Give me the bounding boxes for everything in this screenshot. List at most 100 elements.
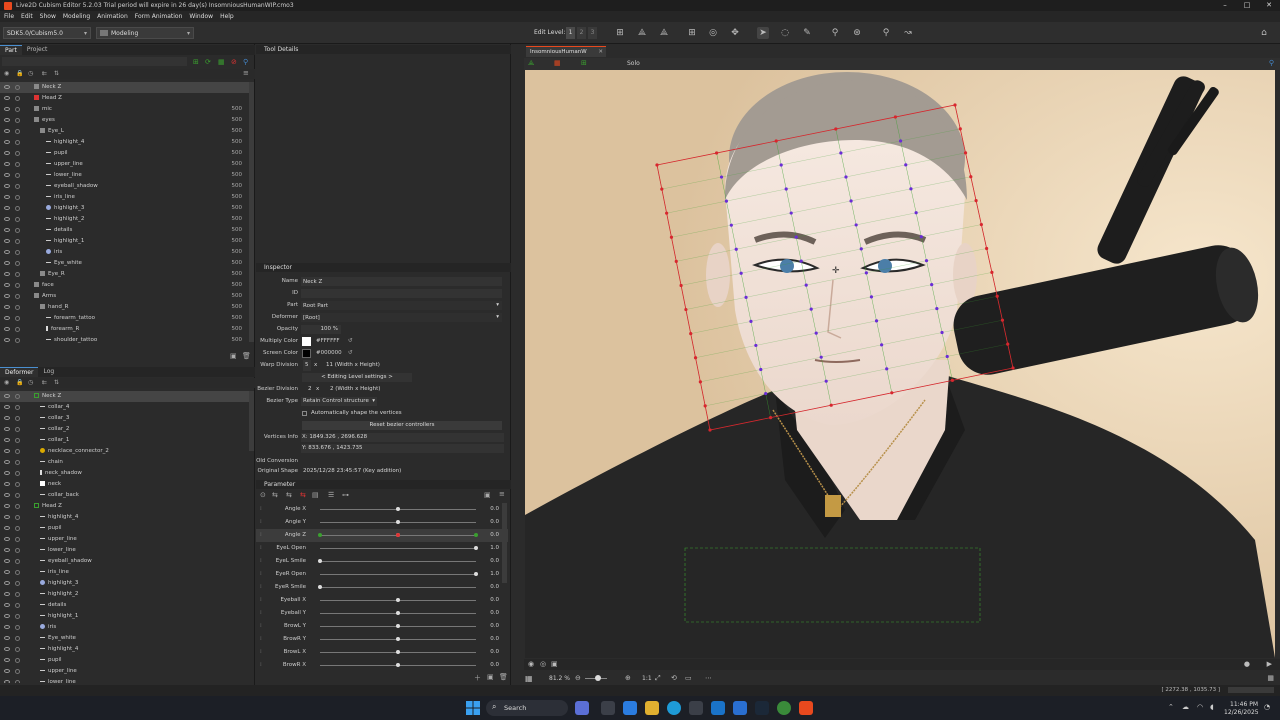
sort-icon[interactable]: ⇅	[54, 70, 59, 77]
lock-icon[interactable]	[15, 228, 20, 233]
model-canvas[interactable]: 900 800 700 600 500 400 300 200 100 ✛	[525, 70, 1275, 658]
menu-icon[interactable]: ≡	[243, 69, 249, 77]
tree-icon[interactable]: ⊶	[342, 491, 349, 499]
parameter-slider-knob[interactable]	[474, 546, 478, 550]
mesh-vertex[interactable]	[904, 163, 908, 167]
lock-icon[interactable]	[15, 184, 20, 189]
param-drag-icon[interactable]: ⁞	[260, 659, 262, 671]
lock-icon[interactable]	[15, 107, 20, 112]
parameter-row[interactable]: ⁞ BrowL X 0.0	[256, 646, 508, 659]
mesh-view-icon[interactable]: ⟁	[528, 59, 534, 68]
parameter-row[interactable]: ⁞ BrowL Y 0.0	[256, 620, 508, 633]
visibility-icon[interactable]	[4, 162, 10, 166]
lock-icon[interactable]	[15, 658, 20, 663]
lock-icon[interactable]	[15, 592, 20, 597]
mesh-vertex[interactable]	[759, 367, 763, 372]
tab-part[interactable]: Part	[0, 45, 22, 55]
onedrive-icon[interactable]: ☁	[1182, 703, 1189, 711]
grid-toggle-icon[interactable]: ▦	[1267, 674, 1274, 682]
visibility-icon[interactable]	[4, 603, 10, 607]
mesh-vertex[interactable]	[859, 247, 863, 251]
menu-form-animation[interactable]: Form Animation	[135, 13, 183, 20]
deformer-row[interactable]: upper_line	[0, 666, 250, 677]
mesh-vertex[interactable]	[814, 331, 818, 335]
lock-icon[interactable]	[15, 206, 20, 211]
deformer-row[interactable]: highlight_3	[0, 578, 250, 589]
lock-icon[interactable]	[15, 427, 20, 432]
cubism-icon[interactable]	[799, 701, 813, 715]
deformer-row[interactable]: highlight_2	[0, 589, 250, 600]
lock-icon[interactable]	[15, 305, 20, 310]
grid-icon[interactable]: ▦	[218, 58, 225, 66]
visibility-icon[interactable]	[4, 129, 10, 133]
rotation-deformer-icon[interactable]: ◎	[707, 27, 719, 39]
deformer-row[interactable]: Eye_white	[0, 633, 250, 644]
lock-icon[interactable]	[15, 460, 20, 465]
copilot-icon[interactable]	[623, 701, 637, 715]
reset-icon[interactable]: ↺	[348, 348, 353, 359]
lock-icon[interactable]	[15, 338, 20, 343]
mesh-vertex[interactable]	[854, 223, 858, 227]
zoom-in-icon[interactable]: ⊕	[625, 674, 631, 682]
part-row[interactable]: Eye_L 500	[0, 126, 250, 137]
part-row[interactable]: eyeball_shadow 500	[0, 181, 250, 192]
param-drag-icon[interactable]: ⁞	[260, 581, 262, 594]
deformer-row[interactable]: lower_line	[0, 545, 250, 556]
lock-icon[interactable]: 🔒	[16, 379, 23, 386]
deformer-row[interactable]: highlight_4	[0, 512, 250, 523]
lock-icon[interactable]	[15, 493, 20, 498]
close-button[interactable]: ✕	[1258, 0, 1280, 11]
part-row[interactable]: Eye_R 500	[0, 269, 250, 280]
deformer-row[interactable]: highlight_4	[0, 644, 250, 655]
key-icon[interactable]: ⇆	[286, 491, 292, 499]
auto-shape-checkbox[interactable]	[302, 411, 307, 416]
bezier-type-dropdown[interactable]: Retain Control structure ▾	[301, 397, 377, 406]
play-icon[interactable]: ⊙	[260, 491, 266, 499]
lock-icon[interactable]	[15, 261, 20, 266]
param-drag-icon[interactable]: ⁞	[260, 633, 262, 646]
lock-icon[interactable]	[15, 316, 20, 321]
add-parameter-icon[interactable]: ＋	[474, 673, 481, 683]
parameter-row[interactable]: ⁞ EyeL Smile 0.0	[256, 555, 508, 568]
deformer-row[interactable]: collar_4	[0, 402, 250, 413]
start-button[interactable]	[466, 701, 480, 715]
file-explorer-icon[interactable]	[645, 701, 659, 715]
visibility-icon[interactable]	[4, 460, 10, 464]
part-row[interactable]: lower_line 500	[0, 170, 250, 181]
list-icon[interactable]: ☰	[328, 491, 334, 499]
chrome-icon[interactable]	[777, 701, 791, 715]
visibility-icon[interactable]	[4, 338, 10, 342]
eye-icon[interactable]: ◉	[4, 379, 9, 386]
arrow-select-icon[interactable]: ➤	[757, 27, 769, 39]
parameter-slider-knob[interactable]	[396, 663, 400, 667]
deformer-row[interactable]: eyeball_shadow	[0, 556, 250, 567]
part-row[interactable]: Eye_white 500	[0, 258, 250, 269]
lock-icon[interactable]	[15, 526, 20, 531]
menu-help[interactable]: Help	[220, 13, 234, 20]
parameter-row[interactable]: ⁞ Eyeball X 0.0	[256, 594, 508, 607]
part-row[interactable]: details 500	[0, 225, 250, 236]
mesh-vertex[interactable]	[749, 319, 753, 323]
deformer-row[interactable]: pupil	[0, 655, 250, 666]
visibility-icon[interactable]	[4, 217, 10, 221]
lock-icon[interactable]	[15, 96, 20, 101]
lock-icon[interactable]	[15, 504, 20, 509]
mesh-vertex[interactable]	[924, 259, 929, 263]
parameter-row[interactable]: ⁞ Angle Z 0.0	[256, 529, 508, 542]
opacity-field[interactable]: 100 %	[301, 325, 341, 334]
deformer-tool-icon[interactable]: ✥	[729, 27, 741, 39]
menu-animation[interactable]: Animation	[97, 13, 128, 20]
refresh-icon[interactable]: ⟳	[205, 58, 211, 66]
steam-icon[interactable]	[755, 701, 769, 715]
deformer-row[interactable]: chain	[0, 457, 250, 468]
key-mid-icon[interactable]	[396, 533, 400, 537]
menu-file[interactable]: File	[4, 13, 14, 20]
part-row[interactable]: forearm_tattoo 500	[0, 313, 250, 324]
part-row[interactable]: highlight_1 500	[0, 236, 250, 247]
param-drag-icon[interactable]: ⁞	[260, 503, 262, 516]
tab-project[interactable]: Project	[22, 45, 53, 55]
deformer-row[interactable]: collar_2	[0, 424, 250, 435]
mesh-vertex[interactable]	[909, 187, 913, 191]
trash-icon[interactable]: 🗑	[499, 673, 508, 681]
mesh-vertex[interactable]	[880, 343, 884, 347]
